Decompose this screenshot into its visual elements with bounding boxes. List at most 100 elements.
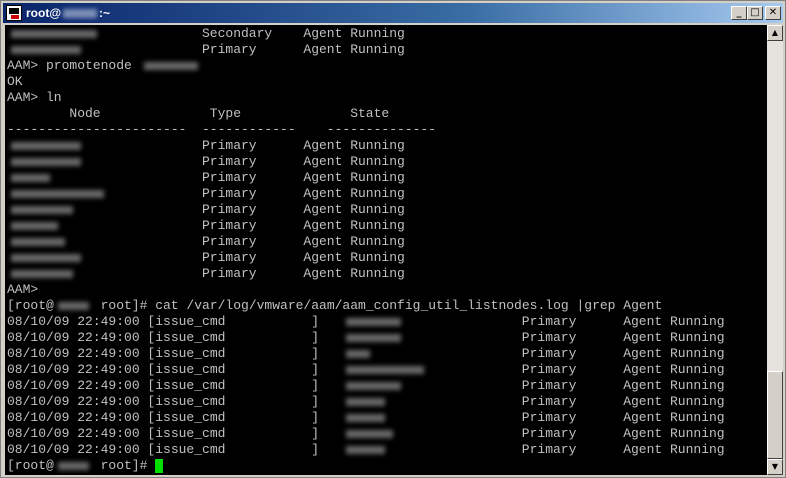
arrow-down-icon: ▼	[771, 462, 779, 471]
terminal-text: Primary	[521, 362, 577, 377]
terminal-text: Primary	[521, 346, 577, 361]
redacted-text	[11, 190, 105, 198]
terminal-text: Primary	[521, 442, 577, 457]
terminal-text: Primary	[202, 202, 257, 217]
terminal-text: Agent Running	[303, 266, 405, 281]
redacted-text	[346, 430, 393, 438]
redacted-text	[11, 158, 81, 166]
redacted-text	[346, 350, 370, 358]
terminal-text: ]	[311, 442, 319, 457]
terminal-text: 08/10/09 22:49:00 [issue_cmd	[7, 410, 226, 425]
terminal-text: Primary	[202, 138, 257, 153]
close-button[interactable]: ✕	[765, 6, 781, 20]
terminal-text: Primary	[202, 186, 257, 201]
terminal-text: AAM> promotenode	[7, 58, 140, 73]
terminal-text: Node	[69, 106, 101, 121]
redacted-text	[346, 414, 386, 422]
terminal-text: Primary	[521, 426, 577, 441]
redacted-text	[346, 398, 386, 406]
redacted-text	[11, 30, 97, 38]
terminal-text: Primary	[521, 314, 577, 329]
terminal-text: root]#	[100, 458, 156, 473]
terminal-text: Agent Running	[623, 378, 725, 393]
terminal-text: Agent Running	[623, 362, 725, 377]
vertical-scrollbar[interactable]: ▲ ▼	[767, 25, 783, 475]
terminal-output[interactable]: Secondary Agent Running Primary Agent Runni…	[5, 25, 767, 475]
terminal-text: Agent Running	[303, 154, 405, 169]
terminal-app-icon[interactable]	[6, 5, 22, 21]
terminal-text: 08/10/09 22:49:00 [issue_cmd	[7, 314, 226, 329]
terminal-text: ]	[311, 362, 319, 377]
redacted-text	[11, 222, 58, 230]
terminal-text: Agent Running	[623, 442, 725, 457]
minimize-button[interactable]: _	[731, 6, 747, 20]
terminal-text: Primary	[202, 154, 257, 169]
terminal-text: Agent Running	[303, 26, 405, 41]
redacted-text	[346, 446, 386, 454]
title-bar[interactable]: root@ :~ _ □ ✕	[3, 3, 783, 23]
scroll-up-button[interactable]: ▲	[767, 25, 783, 41]
redacted-text	[11, 174, 50, 182]
terminal-text: Primary	[202, 170, 257, 185]
redacted-text	[11, 142, 81, 150]
terminal-text: AAM> ln	[7, 90, 62, 105]
terminal-text: Primary	[202, 218, 257, 233]
terminal-text: 08/10/09 22:49:00 [issue_cmd	[7, 346, 226, 361]
scroll-down-button[interactable]: ▼	[767, 459, 783, 475]
terminal-text: Primary	[202, 42, 257, 57]
terminal-text: Agent Running	[303, 170, 405, 185]
redacted-text	[346, 382, 401, 390]
terminal-window: root@ :~ _ □ ✕ Secondary Agent Running Prim…	[0, 0, 786, 478]
terminal-text: ]	[311, 394, 319, 409]
terminal-text: 08/10/09 22:49:00 [issue_cmd	[7, 426, 226, 441]
terminal-text: Agent Running	[303, 42, 405, 57]
terminal-text: ]	[311, 330, 319, 345]
terminal-text: 08/10/09 22:49:00 [issue_cmd	[7, 442, 226, 457]
terminal-text: Primary	[202, 250, 257, 265]
terminal-text: [root@	[7, 458, 54, 473]
terminal-text: Agent Running	[623, 346, 725, 361]
terminal-text: State	[350, 106, 390, 121]
title-suffix: :~	[99, 6, 111, 20]
redacted-text	[346, 366, 425, 374]
terminal-text: Primary	[521, 330, 577, 345]
redacted-hostname	[63, 9, 98, 19]
terminal-text: ]	[311, 426, 319, 441]
terminal-text: Primary	[521, 410, 577, 425]
terminal-text: Agent Running	[623, 330, 725, 345]
terminal-text: Agent Running	[303, 250, 405, 265]
maximize-button[interactable]: □	[747, 6, 763, 20]
terminal-text: Agent Running	[303, 218, 405, 233]
redacted-text	[11, 254, 81, 262]
terminal-text: AAM>	[7, 282, 39, 297]
window-title: root@ :~	[26, 6, 110, 20]
terminal-text: Agent Running	[623, 426, 725, 441]
maximize-icon: □	[750, 7, 760, 18]
close-icon: ✕	[768, 7, 778, 18]
terminal-text: [root@	[7, 298, 54, 313]
terminal-text: Primary	[521, 394, 577, 409]
redacted-text	[346, 334, 401, 342]
scrollbar-thumb[interactable]	[767, 371, 783, 459]
redacted-text	[143, 62, 198, 70]
terminal-text: Agent Running	[623, 410, 725, 425]
terminal-text: Agent Running	[303, 186, 405, 201]
arrow-up-icon: ▲	[771, 28, 779, 37]
minimize-icon: _	[736, 7, 742, 18]
terminal-text: ------------	[202, 122, 296, 137]
redacted-text	[11, 270, 74, 278]
redacted-text	[346, 318, 401, 326]
redacted-text	[57, 302, 89, 310]
title-prefix: root@	[26, 6, 62, 20]
terminal-text: 08/10/09 22:49:00 [issue_cmd	[7, 362, 226, 377]
redacted-text	[11, 46, 81, 54]
terminal-text: 08/10/09 22:49:00 [issue_cmd	[7, 394, 226, 409]
terminal-text: Secondary	[202, 26, 273, 41]
terminal-text: ]	[311, 410, 319, 425]
terminal-text: ]	[311, 346, 319, 361]
terminal-text: --------------	[326, 122, 437, 137]
terminal-text: 08/10/09 22:49:00 [issue_cmd	[7, 378, 226, 393]
terminal-text: ]	[311, 314, 319, 329]
terminal-text: -----------------------	[7, 122, 187, 137]
terminal-text: Primary	[521, 378, 577, 393]
